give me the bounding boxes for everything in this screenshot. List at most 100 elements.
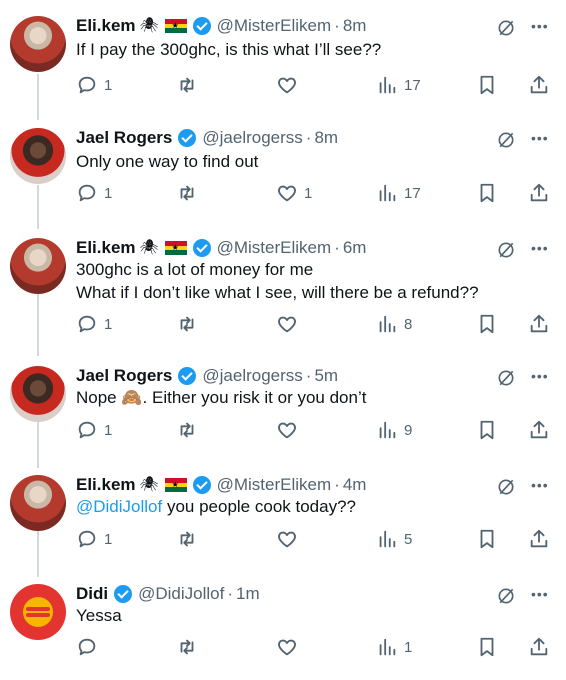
verified-badge-icon[interactable] — [192, 476, 211, 494]
timestamp[interactable]: 5m — [314, 366, 338, 386]
tweet[interactable]: Eli.kem 🕷 ★ @MisterElikem · 4m ••• @Didi… — [0, 463, 566, 575]
spider-icon: 🕷 — [139, 17, 159, 34]
handle[interactable]: @DidiJollof — [138, 584, 224, 604]
tweet-header: Eli.kem 🕷 ★ @MisterElikem · 6m — [76, 238, 366, 258]
tweet[interactable]: Didi @DidiJollof · 1m ••• Yessa 1 — [0, 572, 566, 680]
reply-button[interactable]: 1 — [76, 417, 112, 443]
share-button[interactable] — [528, 634, 550, 660]
handle[interactable]: @jaelrogerss — [202, 366, 302, 386]
views-button[interactable]: 5 — [376, 526, 412, 552]
avatar-elikem[interactable] — [10, 238, 66, 294]
display-name[interactable]: Eli.kem — [76, 16, 136, 36]
like-button[interactable] — [276, 311, 304, 337]
retweet-button[interactable] — [176, 311, 198, 337]
display-name[interactable]: Eli.kem — [76, 238, 136, 258]
retweet-button[interactable] — [176, 72, 198, 98]
grok-icon[interactable] — [496, 586, 516, 606]
timestamp[interactable]: 4m — [343, 475, 367, 495]
reply-icon — [78, 315, 96, 333]
share-button[interactable] — [528, 417, 550, 443]
share-button[interactable] — [528, 311, 550, 337]
tweet[interactable]: Eli.kem 🕷 ★ @MisterElikem · 6m ••• 300gh… — [0, 226, 566, 356]
reply-button[interactable]: 1 — [76, 311, 112, 337]
handle[interactable]: @jaelrogerss — [202, 128, 302, 148]
like-button[interactable] — [276, 526, 304, 552]
verified-badge-icon[interactable] — [114, 585, 133, 603]
timestamp[interactable]: 8m — [314, 128, 338, 148]
tweet[interactable]: Jael Rogers @jaelrogerss · 8m ••• Only o… — [0, 116, 566, 230]
more-options-icon[interactable]: ••• — [531, 240, 549, 256]
display-name[interactable]: Jael Rogers — [76, 366, 172, 386]
grok-icon[interactable] — [496, 368, 516, 388]
reply-count: 1 — [104, 421, 113, 439]
retweet-button[interactable] — [176, 634, 198, 660]
more-options-icon[interactable]: ••• — [531, 18, 549, 34]
like-button[interactable] — [276, 72, 304, 98]
timestamp[interactable]: 8m — [343, 16, 367, 36]
more-options-icon[interactable]: ••• — [531, 368, 549, 384]
separator-dot: · — [334, 16, 340, 35]
views-button[interactable]: 1 — [376, 634, 412, 660]
avatar-elikem[interactable] — [10, 475, 66, 531]
like-button[interactable]: 1 — [276, 180, 312, 206]
mention-link[interactable]: @DidiJollof — [76, 497, 162, 516]
spider-icon: 🕷 — [139, 239, 159, 256]
share-button[interactable] — [528, 526, 550, 552]
reply-button[interactable]: 1 — [76, 72, 112, 98]
like-button[interactable] — [276, 417, 304, 443]
like-button[interactable] — [276, 634, 304, 660]
more-options-icon[interactable]: ••• — [531, 477, 549, 493]
display-name[interactable]: Eli.kem — [76, 475, 136, 495]
avatar-elikem[interactable] — [10, 16, 66, 72]
avatar-jael[interactable] — [10, 128, 66, 184]
retweet-button[interactable] — [176, 526, 198, 552]
reply-button[interactable] — [76, 634, 104, 660]
like-count: 1 — [304, 184, 313, 202]
views-button[interactable]: 17 — [376, 72, 421, 98]
grok-icon[interactable] — [496, 240, 516, 260]
handle[interactable]: @MisterElikem — [217, 16, 332, 36]
timestamp[interactable]: 6m — [343, 238, 367, 258]
display-name[interactable]: Didi — [76, 584, 108, 604]
avatar-didi[interactable] — [10, 584, 66, 640]
share-icon — [530, 637, 548, 656]
tweet-text: 300ghc is a lot of money for me What if … — [76, 258, 479, 304]
spider-icon: 🕷 — [139, 476, 159, 493]
retweet-button[interactable] — [176, 417, 198, 443]
bookmark-button[interactable] — [476, 634, 498, 660]
bookmark-button[interactable] — [476, 311, 498, 337]
handle[interactable]: @MisterElikem — [217, 238, 332, 258]
share-button[interactable] — [528, 72, 550, 98]
verified-badge-icon[interactable] — [192, 239, 211, 257]
avatar-jael[interactable] — [10, 366, 66, 422]
grok-icon[interactable] — [496, 18, 516, 38]
bookmark-button[interactable] — [476, 72, 498, 98]
bookmark-button[interactable] — [476, 180, 498, 206]
bookmark-button[interactable] — [476, 526, 498, 552]
tweet[interactable]: Eli.kem 🕷 ★ @MisterElikem · 8m ••• If I … — [0, 4, 566, 116]
reply-button[interactable]: 1 — [76, 526, 112, 552]
views-button[interactable]: 17 — [376, 180, 421, 206]
views-button[interactable]: 8 — [376, 311, 412, 337]
verified-badge-icon[interactable] — [192, 17, 211, 35]
more-options-icon[interactable]: ••• — [531, 130, 549, 146]
retweet-button[interactable] — [176, 180, 198, 206]
timestamp[interactable]: 1m — [236, 584, 260, 604]
action-bar: 1 5 — [76, 526, 556, 552]
tweet-line: What if I don’t like what I see, will th… — [76, 283, 479, 302]
share-button[interactable] — [528, 180, 550, 206]
grok-icon[interactable] — [496, 477, 516, 497]
views-button[interactable]: 9 — [376, 417, 412, 443]
reply-count: 1 — [104, 76, 113, 94]
bookmark-icon — [480, 420, 494, 440]
grok-icon[interactable] — [496, 130, 516, 150]
bookmark-button[interactable] — [476, 417, 498, 443]
verified-badge-icon[interactable] — [178, 367, 197, 385]
handle[interactable]: @MisterElikem — [217, 475, 332, 495]
reply-button[interactable]: 1 — [76, 180, 112, 206]
tweet[interactable]: Jael Rogers @jaelrogerss · 5m ••• Nope 🙈… — [0, 354, 566, 466]
heart-icon — [278, 531, 296, 548]
display-name[interactable]: Jael Rogers — [76, 128, 172, 148]
more-options-icon[interactable]: ••• — [531, 586, 549, 602]
verified-badge-icon[interactable] — [178, 129, 197, 147]
